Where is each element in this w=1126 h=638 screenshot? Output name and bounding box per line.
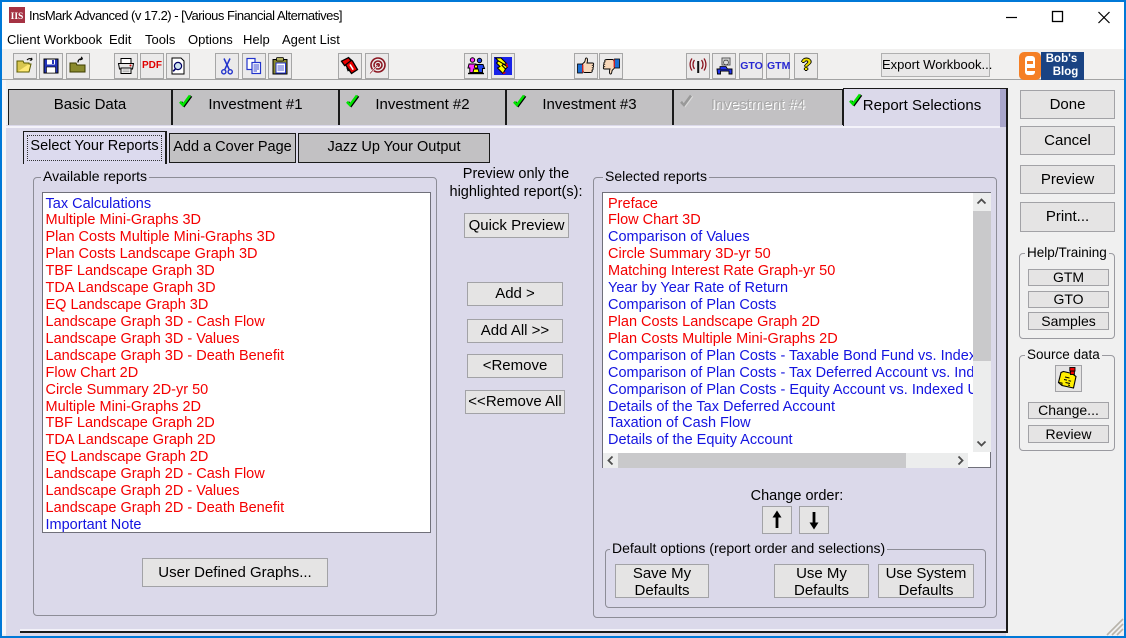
svg-text:IIS: IIS — [11, 12, 24, 22]
